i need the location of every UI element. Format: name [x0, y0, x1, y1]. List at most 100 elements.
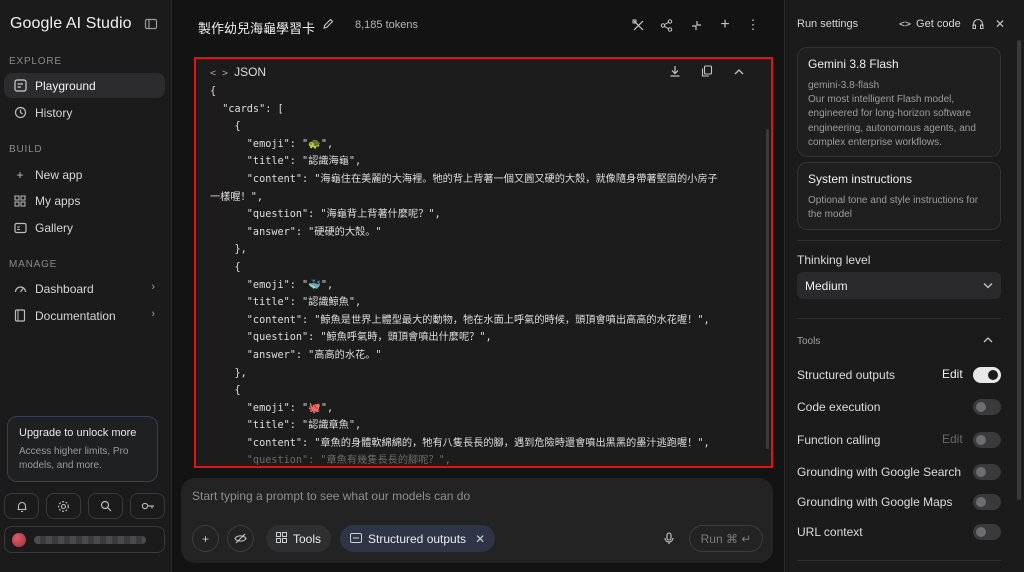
system-instructions-description: Optional tone and style instructions for…: [808, 195, 979, 221]
sidebar-item-gallery[interactable]: Gallery: [4, 215, 165, 240]
divider: [797, 240, 1001, 241]
plus-icon: +: [16, 167, 24, 182]
close-icon[interactable]: ✕: [993, 17, 1007, 31]
headset-icon[interactable]: [971, 17, 985, 31]
history-icon: [13, 106, 27, 120]
edit-function-calling-link[interactable]: Edit: [942, 432, 963, 446]
code-line: "cards": [: [210, 103, 284, 115]
tool-name: Structured outputs: [797, 368, 896, 382]
add-media-plus-icon[interactable]: +: [192, 525, 219, 552]
tool-url-context: URL context: [797, 523, 1001, 541]
more-vertical-icon[interactable]: ⋮: [745, 17, 761, 33]
chevron-right-icon: ›: [151, 308, 155, 320]
divider: [797, 560, 1001, 561]
tool-structured-outputs: Structured outputs Edit: [797, 366, 1001, 384]
tool-grounding-google-search: Grounding with Google Search: [797, 463, 1001, 481]
tool-name: Code execution: [797, 400, 881, 414]
tools-button[interactable]: Tools: [266, 525, 332, 552]
structured-output-icon: [350, 532, 362, 546]
code-line: "title": "認識海龜",: [210, 156, 362, 168]
code-line: {: [210, 385, 241, 397]
edit-structured-outputs-link[interactable]: Edit: [942, 367, 963, 381]
collapse-sidebar-icon[interactable]: [144, 17, 158, 31]
code-line: "title": "認識章魚",: [210, 420, 362, 432]
upgrade-card[interactable]: Upgrade to unlock more Access higher lim…: [7, 416, 158, 482]
prompt-box[interactable]: Start typing a prompt to see what our mo…: [181, 478, 773, 563]
system-instructions-card[interactable]: System instructions Optional tone and st…: [797, 162, 1001, 230]
code-line: "emoji": "🐢",: [210, 138, 334, 150]
run-settings-title: Run settings: [797, 18, 859, 30]
thinking-level-value: Medium: [805, 278, 848, 293]
chevron-up-icon[interactable]: [732, 64, 746, 78]
search-icon[interactable]: [88, 493, 123, 519]
structured-outputs-label: Structured outputs: [368, 531, 467, 546]
get-code-button[interactable]: <> Get code: [899, 18, 961, 30]
tool-grounding-google-maps: Grounding with Google Maps: [797, 493, 1001, 511]
compare-tools-icon[interactable]: [630, 17, 646, 33]
settings-scrollbar[interactable]: [1017, 40, 1021, 500]
download-icon[interactable]: [668, 64, 682, 78]
structured-outputs-toggle[interactable]: [973, 367, 1001, 383]
code-execution-toggle[interactable]: [973, 399, 1001, 415]
prompt-input[interactable]: Start typing a prompt to see what our mo…: [192, 489, 470, 503]
thinking-level-select[interactable]: Medium: [797, 272, 1001, 299]
dashboard-icon: [13, 282, 27, 296]
divider: [797, 318, 1001, 319]
model-name: Gemini 3.8 Flash: [808, 57, 899, 71]
remove-chip-close-icon[interactable]: ✕: [475, 532, 485, 546]
code-line: 一樣喔！",: [210, 191, 264, 203]
function-calling-toggle[interactable]: [973, 432, 1001, 448]
microphone-icon[interactable]: [655, 525, 682, 552]
code-line: "content": "鯨魚是世界上體型最大的動物，牠在水面上呼氣的時候，頭頂會…: [210, 314, 710, 326]
upgrade-title: Upgrade to unlock more: [19, 427, 137, 439]
code-line: "question": "海龜背上背著什麼呢？",: [210, 209, 441, 221]
run-button[interactable]: Run ⌘ ↵: [689, 525, 763, 552]
tool-name: URL context: [797, 525, 863, 539]
sidebar-item-label: Playground: [35, 78, 96, 93]
json-scrollbar[interactable]: [766, 129, 769, 449]
tool-code-execution: Code execution: [797, 398, 1001, 416]
json-label: JSON: [234, 65, 267, 79]
edit-title-icon[interactable]: [322, 18, 334, 33]
code-line: "answer": "高高的水花。": [210, 349, 382, 361]
toggle-visibility-icon[interactable]: [227, 525, 254, 552]
redacted-account-name: [34, 535, 146, 544]
sidebar-item-documentation[interactable]: Documentation ›: [4, 303, 165, 328]
left-sidebar: Google AI Studio EXPLORE Playground Hist…: [0, 0, 172, 572]
tools-grid-icon: [276, 531, 287, 546]
notifications-icon[interactable]: [4, 493, 39, 519]
url-context-toggle[interactable]: [973, 524, 1001, 540]
new-chat-plus-icon[interactable]: +: [717, 16, 733, 33]
sidebar-bottom-icons: [4, 493, 165, 519]
api-key-icon[interactable]: [130, 493, 165, 519]
grounding-google-search-toggle[interactable]: [973, 464, 1001, 480]
copy-icon[interactable]: [700, 64, 714, 78]
sidebar-item-playground[interactable]: Playground: [4, 73, 165, 98]
code-line: "answer": "硬硬的大殼。": [210, 226, 382, 238]
grounding-google-maps-toggle[interactable]: [973, 494, 1001, 510]
sidebar-item-my-apps[interactable]: My apps: [4, 188, 165, 213]
code-brackets-icon: <>: [899, 19, 912, 30]
settings-gear-icon[interactable]: [46, 493, 81, 519]
structured-outputs-chip[interactable]: Structured outputs ✕: [340, 525, 496, 552]
get-code-label: Get code: [916, 18, 961, 30]
sidebar-item-dashboard[interactable]: Dashboard ›: [4, 276, 165, 301]
section-label-build: BUILD: [9, 144, 43, 155]
model-selector-card[interactable]: Gemini 3.8 Flash gemini-3.8-flash Our mo…: [797, 47, 1001, 157]
documentation-icon: [13, 309, 27, 323]
page-title[interactable]: 製作幼兒海龜學習卡: [198, 18, 315, 37]
chevron-up-icon[interactable]: [983, 335, 993, 346]
account-button[interactable]: [4, 526, 165, 553]
share-icon[interactable]: [658, 17, 674, 33]
app-logo[interactable]: Google AI Studio: [10, 15, 132, 33]
sidebar-item-label: Gallery: [35, 220, 74, 235]
sidebar-item-new-app[interactable]: + New app: [4, 162, 165, 187]
collapse-arrows-icon[interactable]: [688, 17, 704, 33]
thinking-level-label: Thinking level: [797, 253, 871, 267]
code-line: "content": "章魚的身體軟綿綿的，牠有八隻長長的腳，遇到危險時還會噴出…: [210, 437, 710, 449]
code-line: "question": "章魚有幾隻長長的腳呢？",: [210, 455, 451, 467]
tool-name: Grounding with Google Search: [797, 465, 962, 479]
sidebar-item-history[interactable]: History: [4, 100, 165, 125]
tools-label: Tools: [293, 531, 322, 546]
tools-section-label[interactable]: Tools: [797, 336, 820, 347]
